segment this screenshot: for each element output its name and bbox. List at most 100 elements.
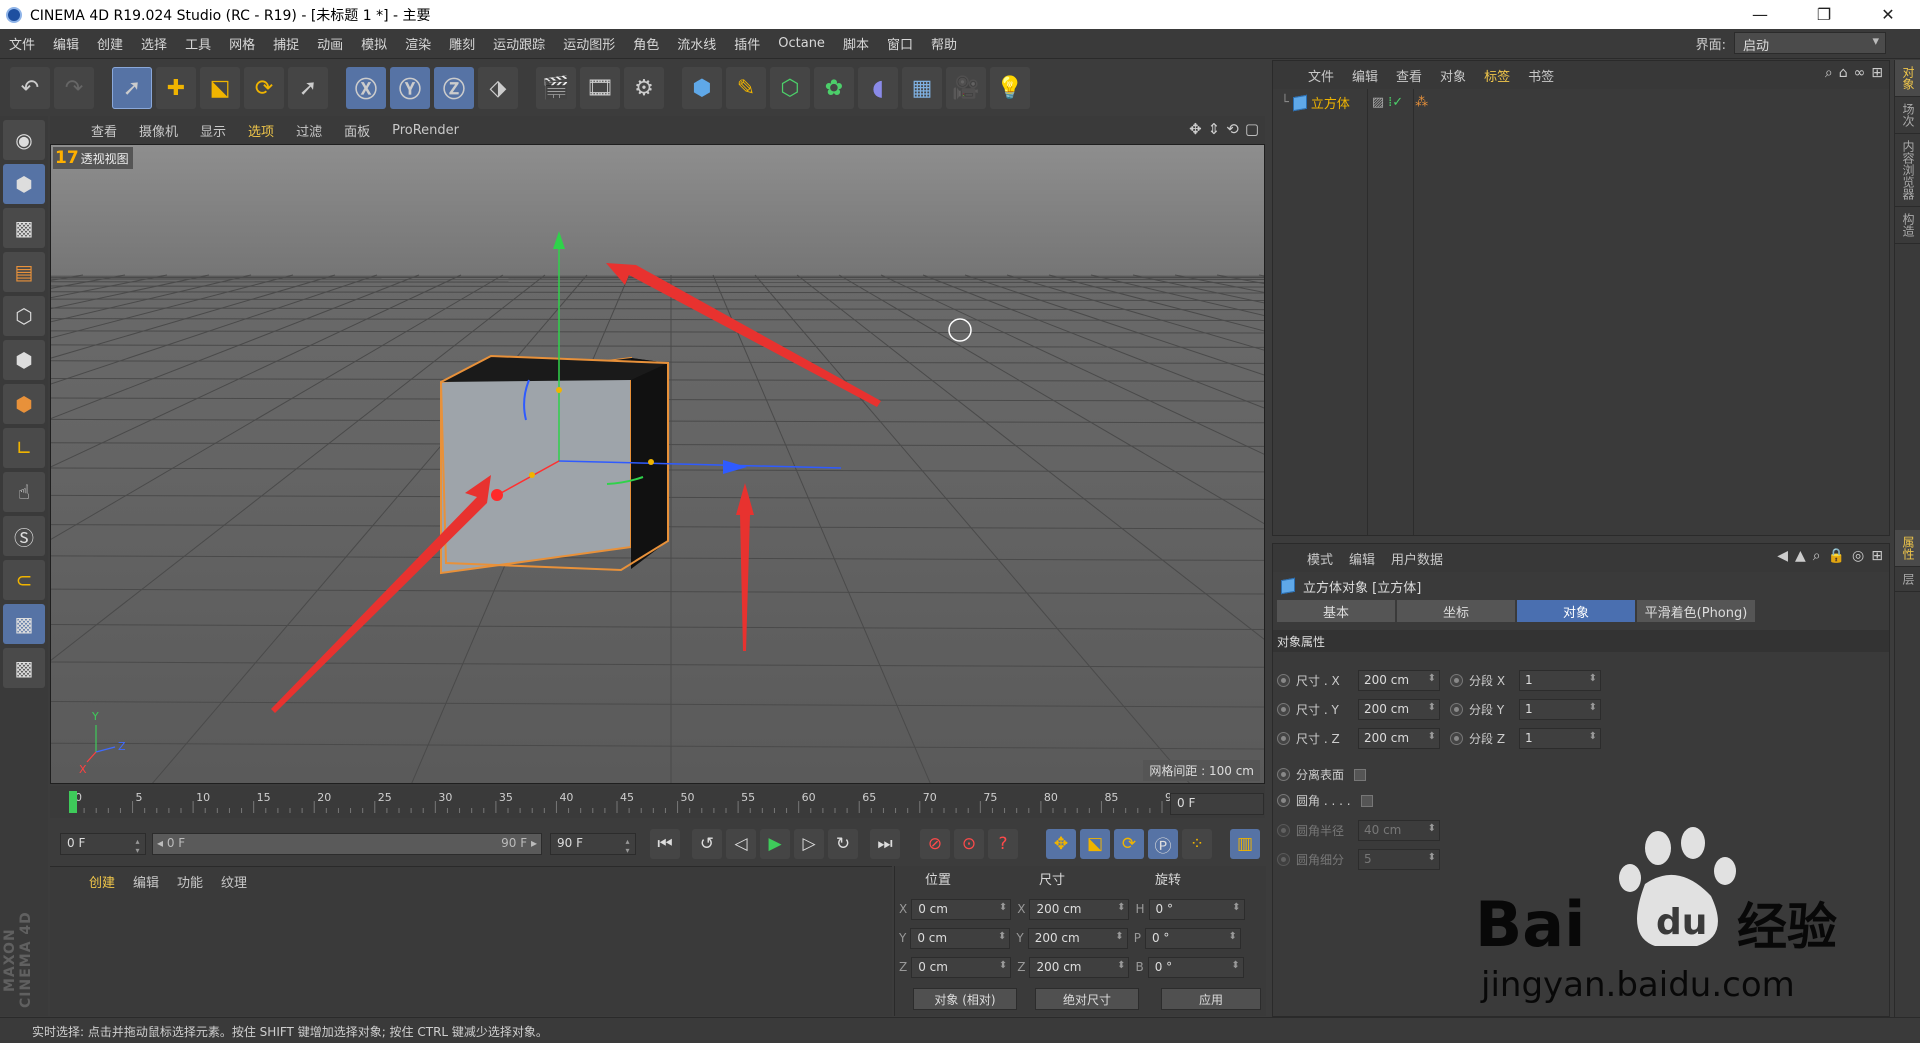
prev-key-icon[interactable]: ↺	[692, 829, 722, 859]
edges-mode-icon[interactable]: ⬢	[3, 340, 45, 380]
workplane-lock-icon[interactable]: ▩	[3, 604, 45, 644]
fillet-checkbox[interactable]	[1360, 794, 1373, 807]
vp-menu-options[interactable]: 选项	[237, 121, 285, 140]
vp-menu-filter[interactable]: 过滤	[285, 121, 333, 140]
menu-help[interactable]: 帮助	[922, 34, 966, 53]
cube-primitive-icon[interactable]: ⬢	[682, 67, 722, 109]
obj-menu-bookmarks[interactable]: 书签	[1519, 66, 1563, 85]
rot-b-field[interactable]: 0 °	[1147, 956, 1244, 978]
coord-mode-dropdown[interactable]: 对象 (相对)	[913, 988, 1017, 1010]
menu-motion-tracking[interactable]: 运动跟踪	[484, 34, 554, 53]
side-tab-content-browser[interactable]: 内容浏览器	[1895, 134, 1920, 207]
keyframe-selection-icon[interactable]: ?	[988, 829, 1018, 859]
link-icon[interactable]: ∞	[1854, 65, 1866, 81]
axis-mode-icon[interactable]: ∟	[3, 428, 45, 468]
menu-window[interactable]: 窗口	[878, 34, 922, 53]
back-arrow-icon[interactable]: ◀	[1777, 548, 1788, 564]
menu-tools[interactable]: 工具	[176, 34, 220, 53]
vp-menu-panel[interactable]: 面板	[333, 121, 381, 140]
segments-z-input[interactable]: 1	[1519, 728, 1601, 749]
mat-menu-create[interactable]: 创建	[80, 872, 124, 891]
undo-icon[interactable]: ↶	[10, 67, 50, 109]
animate-radio[interactable]	[1277, 732, 1290, 745]
segments-x-input[interactable]: 1	[1519, 670, 1601, 691]
deformer-icon[interactable]: ◖	[858, 67, 898, 109]
search-icon[interactable]: ⌕	[1825, 65, 1833, 81]
live-selection-icon[interactable]: ➚	[112, 67, 152, 109]
minimize-button[interactable]: —	[1728, 0, 1792, 29]
tab-phong[interactable]: 平滑着色(Phong)	[1637, 600, 1755, 622]
menu-snap[interactable]: 捕捉	[264, 34, 308, 53]
start-frame-field[interactable]: 0 F	[60, 833, 146, 855]
key-pla-icon[interactable]: ⁘	[1182, 829, 1212, 859]
segments-y-input[interactable]: 1	[1519, 699, 1601, 720]
size-z-field[interactable]: 200 cm	[1029, 956, 1130, 978]
vp-menu-cameras[interactable]: 摄像机	[128, 121, 189, 140]
go-to-end-icon[interactable]: ⏭	[870, 829, 900, 859]
go-to-start-icon[interactable]: ⏮	[650, 829, 680, 859]
model-mode-icon[interactable]: ⬢	[3, 164, 45, 204]
playhead[interactable]	[69, 791, 77, 813]
solo-mode-icon[interactable]: Ⓢ	[3, 516, 45, 556]
x-axis-lock-icon[interactable]: Ⓧ	[346, 67, 386, 109]
rot-h-field[interactable]: 0 °	[1148, 898, 1245, 920]
obj-menu-file[interactable]: 文件	[1299, 66, 1343, 85]
attr-menu-userdata[interactable]: 用户数据	[1383, 549, 1451, 568]
recent-tool-icon[interactable]: ➚	[288, 67, 328, 109]
planar-workplane-icon[interactable]: ▩	[3, 648, 45, 688]
target-icon[interactable]: ◎	[1852, 548, 1864, 564]
texture-mode-icon[interactable]: ▩	[3, 208, 45, 248]
close-button[interactable]: ✕	[1856, 0, 1920, 29]
maximize-view-icon[interactable]: ▢	[1245, 120, 1259, 138]
search-icon[interactable]: ⌕	[1813, 548, 1821, 564]
layer-icon[interactable]: ▨	[1372, 95, 1384, 110]
menu-sculpt[interactable]: 雕刻	[440, 34, 484, 53]
side-tab-attributes[interactable]: 属性	[1895, 530, 1920, 567]
object-row-cube[interactable]: └ 立方体 ▨ ⁞✓ ⁂	[1281, 93, 1428, 112]
animate-radio[interactable]	[1277, 768, 1290, 781]
animate-radio[interactable]	[1450, 703, 1463, 716]
rot-p-field[interactable]: 0 °	[1144, 927, 1241, 949]
material-tag-icon[interactable]: ⁂	[1415, 95, 1428, 110]
move-tool-icon[interactable]: ✚	[156, 67, 196, 109]
redo-icon[interactable]: ↷	[54, 67, 94, 109]
perspective-viewport[interactable]: Y Z X 17 透视视图 网格间距 : 100 cm	[50, 144, 1265, 784]
size-x-field[interactable]: 200 cm	[1029, 898, 1130, 920]
menu-file[interactable]: 文件	[0, 34, 44, 53]
render-to-picture-viewer-icon[interactable]: 🎞	[580, 67, 620, 109]
orbit-icon[interactable]: ⟲	[1226, 120, 1239, 138]
pos-z-field[interactable]: 0 cm	[911, 956, 1012, 978]
key-scale-icon[interactable]: ⬕	[1080, 829, 1110, 859]
tab-coordinates[interactable]: 坐标	[1397, 600, 1515, 622]
polygons-mode-icon[interactable]: ⬢	[3, 384, 45, 424]
menu-character[interactable]: 角色	[624, 34, 668, 53]
size-y-field[interactable]: 200 cm	[1027, 927, 1128, 949]
camera-icon[interactable]: 🎥	[946, 67, 986, 109]
side-tab-layers[interactable]: 层	[1895, 567, 1920, 592]
floor-icon[interactable]: ▦	[902, 67, 942, 109]
cube-object[interactable]	[439, 354, 669, 575]
new-window-icon[interactable]: ⊞	[1871, 65, 1883, 81]
pan-icon[interactable]: ✥	[1189, 120, 1202, 138]
coordinate-system-icon[interactable]: ⬗	[478, 67, 518, 109]
side-tab-takes[interactable]: 场次	[1895, 97, 1920, 134]
menu-plugins[interactable]: 插件	[725, 34, 769, 53]
size-mode-dropdown[interactable]: 绝对尺寸	[1035, 988, 1139, 1010]
animate-radio[interactable]	[1277, 674, 1290, 687]
y-axis-lock-icon[interactable]: Ⓨ	[390, 67, 430, 109]
animate-radio[interactable]	[1450, 732, 1463, 745]
key-parameter-icon[interactable]: Ⓟ	[1148, 829, 1178, 859]
tab-basic[interactable]: 基本	[1277, 600, 1395, 622]
separate-surfaces-checkbox[interactable]	[1354, 768, 1367, 781]
pos-x-field[interactable]: 0 cm	[911, 898, 1012, 920]
preview-range-slider[interactable]: ◂ 0 F 90 F ▸	[152, 833, 542, 855]
next-key-icon[interactable]: ↻	[828, 829, 858, 859]
render-settings-icon[interactable]: ⚙	[624, 67, 664, 109]
menu-animate[interactable]: 动画	[308, 34, 352, 53]
side-tab-structure[interactable]: 构造	[1895, 207, 1920, 244]
apply-button[interactable]: 应用	[1161, 988, 1261, 1010]
menu-script[interactable]: 脚本	[834, 34, 878, 53]
layout-dropdown[interactable]: 启动	[1734, 32, 1886, 54]
size-y-input[interactable]: 200 cm	[1358, 699, 1440, 720]
prev-frame-icon[interactable]: ◁	[726, 829, 756, 859]
